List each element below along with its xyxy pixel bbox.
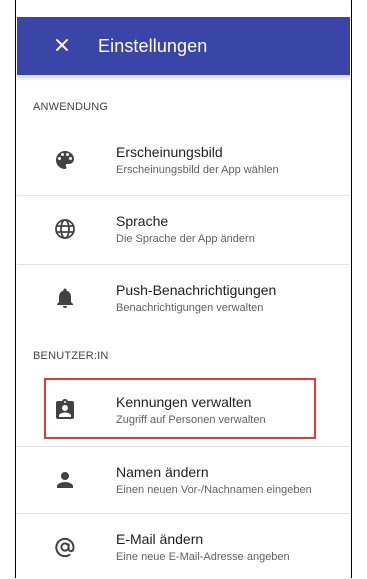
settings-item-label: Kennungen verwalten [116,394,252,410]
id-badge-icon [56,399,74,419]
settings-item-sublabel: Eine neue E-Mail-Adresse angeben [116,551,290,563]
settings-item-label: Namen ändern [116,464,209,480]
settings-item-sublabel: Benachrichtigungen verwalten [116,302,264,314]
page-title: Einstellungen [98,35,208,56]
palette-icon [56,151,74,169]
settings-item-label: Erscheinungsbild [116,144,223,160]
settings-item-language[interactable]: Sprache Die Sprache der App ändern [17,195,350,261]
globe-icon [55,218,75,239]
settings-item-label: Push-Benachrichtigungen [116,282,277,298]
settings-item-sublabel: Einen neuen Vor-/Nachnamen eingeben [116,484,312,496]
settings-item-manage-identifiers[interactable]: Kennungen verwalten Zugriff auf Personen… [17,377,350,443]
settings-item-change-email[interactable]: E-Mail ändern Eine neue E-Mail-Adresse a… [17,513,350,579]
settings-item-change-name[interactable]: Namen ändern Einen neuen Vor-/Nachnamen … [17,446,350,512]
person-icon [57,471,73,488]
settings-item-label: E-Mail ändern [116,531,204,547]
at-sign-icon [55,537,75,557]
top-app-bar: Einstellungen [17,17,350,75]
bell-icon [57,288,73,308]
app-bar-shadow [17,75,350,81]
settings-item-sublabel: Erscheinungsbild der App wählen [116,164,279,176]
section-heading-app: ANWENDUNG [33,101,109,113]
settings-item-sublabel: Zugriff auf Personen verwalten [116,414,266,426]
close-icon[interactable] [52,36,72,56]
settings-item-label: Sprache [116,213,169,229]
settings-item-push-notifications[interactable]: Push-Benachrichtigungen Benachrichtigung… [17,264,350,330]
section-heading-user: BENUTZER:IN [33,350,109,362]
settings-item-sublabel: Die Sprache der App ändern [116,233,255,245]
settings-item-appearance[interactable]: Erscheinungsbild Erscheinungsbild der Ap… [17,127,350,193]
